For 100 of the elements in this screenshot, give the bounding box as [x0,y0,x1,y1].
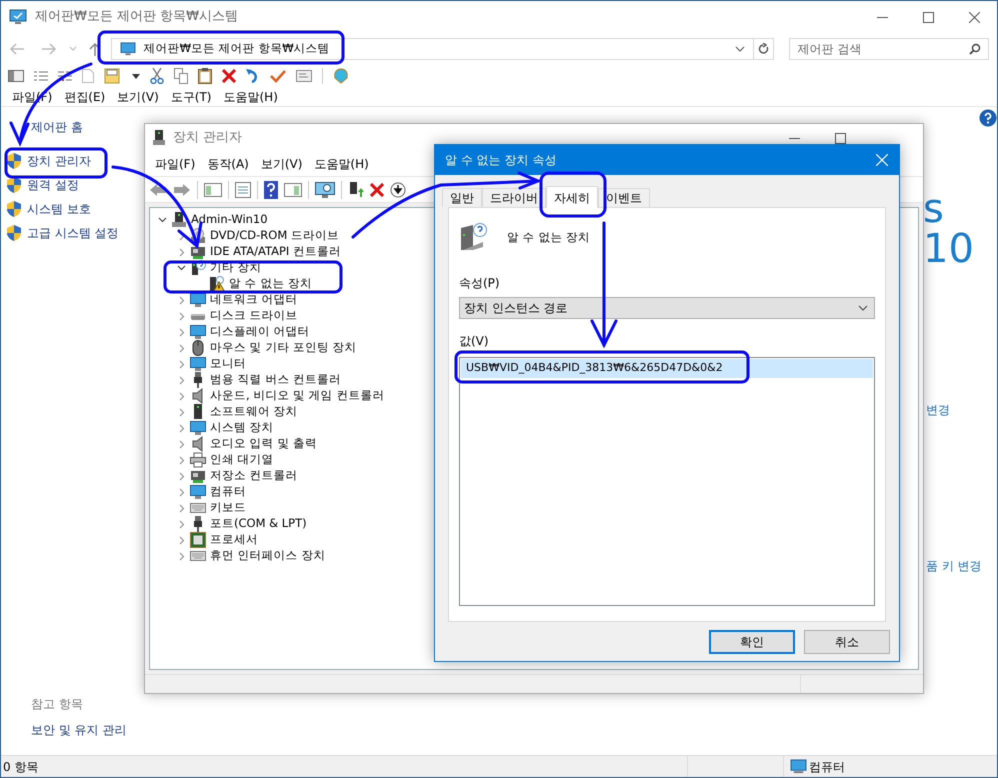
download-circle-icon[interactable] [390,182,406,198]
tree-item[interactable]: 포트(COM & LPT) [210,515,307,533]
chevron-right-icon[interactable] [178,488,184,496]
delete-icon[interactable] [222,69,236,83]
chevron-right-icon[interactable] [178,392,184,400]
help-icon[interactable] [264,180,278,198]
tree-item[interactable]: 사운드, 비디오 및 게임 컨트롤러 [210,387,384,405]
pane-icon[interactable] [8,70,24,82]
sidebar-link[interactable]: 고급 시스템 설정 [27,224,119,242]
tree-item[interactable]: IDE ATA/ATAPI 컨트롤러 [210,243,341,261]
monitor-icon [190,324,206,340]
chevron-right-icon[interactable] [178,424,184,432]
chevron-down-icon[interactable] [177,265,186,271]
tree-item[interactable]: 범용 직렬 버스 컨트롤러 [210,371,341,389]
list-view-icon[interactable] [34,70,48,82]
section-heading: 참고 항목 [31,696,84,713]
sidebar-link[interactable]: 장치 관리자 [27,152,91,170]
back-arrow-icon[interactable] [149,182,167,196]
search-field[interactable]: 제어판 검색 [788,38,989,60]
chevron-right-icon[interactable] [178,376,184,384]
tree-item[interactable]: 마우스 및 기타 포인팅 장치 [210,339,357,357]
home-link[interactable]: 제어판 홈 [31,118,141,136]
sidebar-link[interactable]: 보안 및 유지 관리 [31,721,141,739]
sidebar-link[interactable]: 원격 설정 [27,176,79,194]
update-driver-icon[interactable] [348,182,364,198]
properties-icon[interactable] [235,182,251,198]
chevron-down-icon[interactable] [158,217,167,223]
tree-item[interactable]: 오디오 입력 및 출력 [210,435,317,453]
tab[interactable]: 일반 [442,188,482,207]
menu-item[interactable]: 도움말(H) [218,88,283,106]
tree-item[interactable]: DVD/CD-ROM 드라이브 [210,227,339,245]
cut-icon[interactable] [150,68,164,84]
chevron-right-icon[interactable] [178,440,184,448]
settings-link[interactable]: 품 키 변경 [926,557,982,575]
tree-item[interactable]: 키보드 [210,499,246,517]
dropdown-caret-icon[interactable] [132,74,140,78]
tree-item[interactable]: 소프트웨어 장치 [210,403,298,421]
panel-icon[interactable] [284,182,302,196]
shield-icon [7,225,21,241]
tree-item[interactable]: 컴퓨터 [210,483,246,501]
sidebar-link[interactable]: 시스템 보호 [27,200,91,218]
chevron-right-icon[interactable] [178,296,184,304]
tree-item[interactable]: 인쇄 대기열 [210,451,274,469]
unknown-device-icon [190,260,206,276]
address-bar[interactable]: 제어판₩모든 제어판 항목₩시스템 [110,38,774,60]
tree-item[interactable]: 시스템 장치 [210,419,274,437]
device-name: 알 수 없는 장치 [507,229,590,246]
details-view-icon[interactable] [58,70,72,82]
chevron-right-icon[interactable] [178,312,184,320]
chevron-right-icon[interactable] [178,472,184,480]
disc-drive-icon [190,228,206,244]
panel-icon[interactable] [204,182,222,196]
chevron-right-icon[interactable] [178,328,184,336]
copy-icon[interactable] [174,68,188,84]
value-list[interactable]: USB₩VID_04B4&PID_3813₩6&265D47D&0&2 [459,357,875,606]
tree-item[interactable]: Admin-Win10 [191,211,268,229]
chevron-right-icon[interactable] [178,408,184,416]
tree-item[interactable]: 디스크 드라이브 [210,307,298,325]
menu-item[interactable]: 보기(V) [254,155,308,173]
tree-item[interactable]: 저장소 컨트롤러 [210,467,298,485]
tree-item[interactable]: 알 수 없는 장치 [229,275,312,293]
tree-item[interactable]: 디스플레이 어댑터 [210,323,310,341]
help-icon[interactable] [979,109,997,127]
chevron-right-icon[interactable] [178,360,184,368]
tab[interactable]: 자세히 [546,186,598,208]
scan-monitor-icon[interactable] [315,182,335,198]
chevron-right-icon[interactable] [178,456,184,464]
dropdown-chevron-icon[interactable] [734,46,745,52]
menu-item[interactable]: 도움말(H) [308,155,375,173]
delete-icon[interactable] [370,182,384,196]
undo-icon[interactable] [246,68,260,84]
tree-item[interactable]: 모니터 [210,355,246,373]
dialog-button[interactable]: 확인 [709,630,795,654]
tree-item[interactable]: 네트워크 어댑터 [210,291,298,309]
chevron-right-icon[interactable] [178,552,184,560]
status-text: 0 항목 [2,758,40,776]
menu-item[interactable]: 보기(V) [112,88,164,106]
chevron-right-icon[interactable] [178,504,184,512]
tree-item[interactable]: 프로세서 [210,531,258,549]
card-icon[interactable] [296,70,312,82]
forward-arrow-icon[interactable] [173,182,191,196]
chevron-right-icon[interactable] [178,248,184,256]
clipboard-icon[interactable] [198,68,212,84]
tab[interactable]: 이벤트 [598,188,650,207]
property-dropdown[interactable]: 장치 인스턴스 경로 [459,297,875,319]
chevron-right-icon[interactable] [178,536,184,544]
menu-item[interactable]: 편집(E) [59,88,110,106]
chevron-right-icon[interactable] [178,520,184,528]
tab[interactable]: 드라이버 [482,188,546,207]
dialog-button[interactable]: 취소 [804,630,890,654]
menu-item[interactable]: 파일(F) [149,155,202,173]
folder-icon[interactable] [104,68,122,84]
menu-item[interactable]: 동작(A) [201,155,255,173]
chevron-down-icon [858,305,868,311]
menu-item[interactable]: 도구(T) [166,88,216,106]
chevron-right-icon[interactable] [178,344,184,352]
tree-item[interactable]: 휴먼 인터페이스 장치 [210,547,326,565]
settings-link[interactable]: 변경 [926,401,950,419]
checkmark-icon[interactable] [270,69,286,83]
list-item[interactable]: USB₩VID_04B4&PID_3813₩6&265D47D&0&2 [461,359,873,378]
